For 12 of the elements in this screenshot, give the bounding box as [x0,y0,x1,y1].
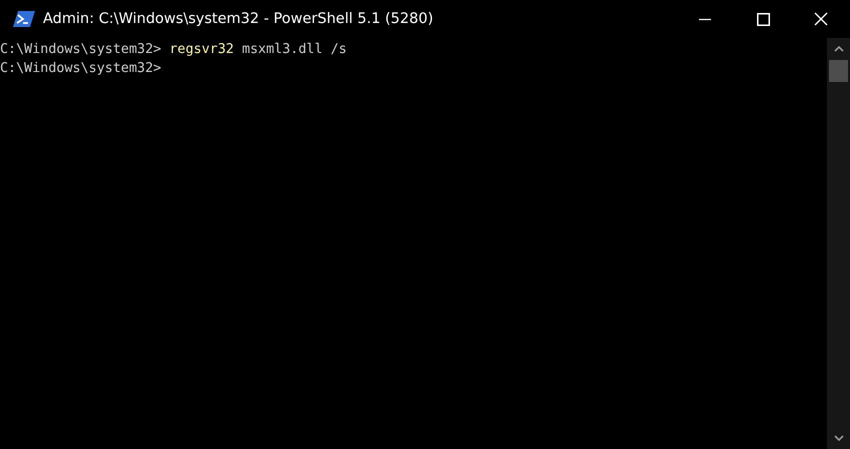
prompt-text: C:\Windows\system32> [0,60,162,78]
scroll-up-icon[interactable] [834,46,844,52]
scroll-down-icon[interactable] [834,435,844,441]
scroll-thumb[interactable] [829,60,848,82]
argument-text: msxml3.dll /s [242,41,347,59]
window-title: Admin: C:\Windows\system32 - PowerShell 5.1 (5280) [43,11,434,27]
maximize-icon [756,12,770,26]
powershell-icon [13,10,35,28]
close-icon [814,12,828,26]
scrollbar[interactable] [827,38,850,449]
command-text: regsvr32 [169,41,234,59]
prompt-text: C:\Windows\system32> [0,41,162,59]
